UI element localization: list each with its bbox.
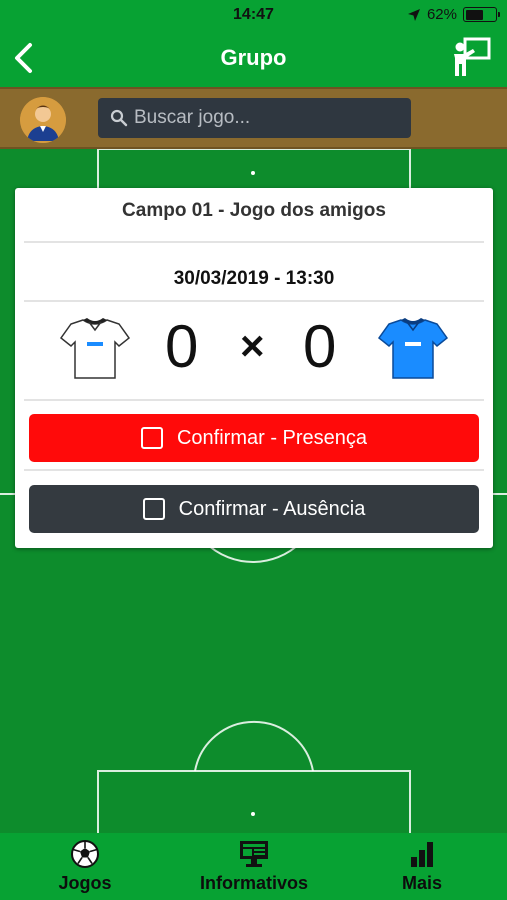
battery-percentage: 62% bbox=[426, 6, 457, 23]
search-icon bbox=[110, 109, 128, 127]
status-indicators: 62% bbox=[407, 6, 500, 23]
tab-informativos[interactable]: Informativos bbox=[184, 833, 324, 900]
checkbox-icon bbox=[142, 498, 165, 520]
tab-label: Jogos bbox=[58, 873, 112, 893]
score-separator: × bbox=[240, 322, 265, 369]
confirm-absence-button[interactable]: Confirmar - Ausência bbox=[29, 485, 479, 533]
presentation-board-icon bbox=[454, 37, 491, 76]
bar-chart-icon bbox=[411, 842, 433, 867]
away-team-shirt-icon bbox=[377, 318, 449, 379]
home-team-shirt-icon bbox=[59, 318, 131, 379]
soccer-ball-icon bbox=[71, 840, 99, 868]
confirm-absence-label: Confirmar - Ausência bbox=[178, 497, 366, 520]
avatar[interactable] bbox=[20, 97, 66, 143]
status-bar: 14:47 62% bbox=[0, 0, 507, 30]
search-bar-area bbox=[0, 87, 507, 149]
divider bbox=[24, 469, 484, 471]
battery-icon bbox=[463, 7, 500, 22]
confirm-presence-label: Confirmar - Presença bbox=[176, 426, 368, 449]
divider bbox=[24, 399, 484, 401]
checkbox-icon bbox=[140, 427, 163, 449]
monitor-icon bbox=[240, 841, 268, 867]
tab-label: Mais bbox=[401, 873, 443, 893]
bottom-tab-bar: Jogos Informativos Mais bbox=[0, 833, 507, 900]
match-card: Campo 01 - Jogo dos amigos 30/03/2019 - … bbox=[15, 188, 493, 548]
presentation-board-button[interactable] bbox=[451, 36, 493, 78]
location-arrow-icon bbox=[407, 8, 420, 21]
page-title: Grupo bbox=[220, 45, 287, 70]
tab-mais[interactable]: Mais bbox=[382, 833, 462, 900]
confirm-presence-button[interactable]: Confirmar - Presença bbox=[29, 414, 479, 462]
match-title: Campo 01 - Jogo dos amigos bbox=[122, 200, 386, 221]
tab-label: Informativos bbox=[199, 873, 309, 893]
divider bbox=[24, 300, 484, 302]
search-input[interactable] bbox=[134, 98, 404, 138]
away-score: 0 bbox=[303, 313, 337, 380]
nav-bar: Grupo bbox=[0, 30, 507, 87]
search-field[interactable] bbox=[98, 98, 411, 138]
home-score: 0 bbox=[165, 313, 199, 380]
match-datetime: 30/03/2019 - 13:30 bbox=[173, 268, 335, 289]
tab-jogos[interactable]: Jogos bbox=[40, 833, 130, 900]
battery-level bbox=[465, 9, 484, 20]
divider bbox=[24, 241, 484, 243]
user-avatar-icon bbox=[20, 97, 66, 143]
